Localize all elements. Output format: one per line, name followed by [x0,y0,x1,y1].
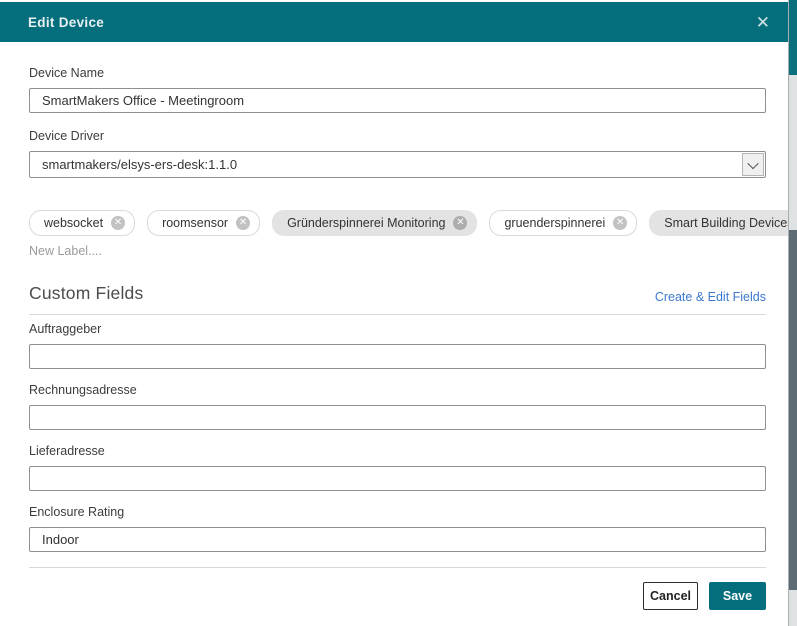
tag-label: Gründerspinnerei Monitoring [287,216,445,230]
auftraggeber-label: Auftraggeber [29,323,766,336]
lieferadresse-label: Lieferadresse [29,445,766,458]
section-divider [29,314,766,315]
tag-smart-building-devices[interactable]: Smart Building Devices ✕ [649,210,797,236]
modal-header: Edit Device ✕ [0,2,788,42]
save-button[interactable]: Save [709,582,766,610]
remove-tag-icon[interactable]: ✕ [453,216,467,230]
custom-fields-heading: Custom Fields [29,283,143,304]
create-edit-fields-link[interactable]: Create & Edit Fields [655,290,766,304]
tag-label: websocket [44,216,103,230]
remove-tag-icon[interactable]: ✕ [613,216,627,230]
device-driver-select[interactable]: smartmakers/elsys-ers-desk:1.1.0 [29,151,766,178]
close-icon[interactable]: ✕ [752,12,774,33]
tag-websocket[interactable]: websocket ✕ [29,210,135,236]
rechnungsadresse-label: Rechnungsadresse [29,384,766,397]
device-driver-selected-value: smartmakers/elsys-ers-desk:1.1.0 [30,157,742,172]
lieferadresse-input[interactable] [29,466,766,491]
edit-device-modal: Edit Device ✕ Device Name Device Driver … [0,0,788,626]
cancel-button[interactable]: Cancel [643,582,698,610]
modal-title: Edit Device [28,15,104,30]
device-name-label: Device Name [29,67,766,80]
footer-divider [29,567,766,568]
remove-tag-icon[interactable]: ✕ [111,216,125,230]
new-label-input[interactable] [29,243,329,259]
device-labels-list: websocket ✕ roomsensor ✕ Gründerspinnere… [29,210,766,236]
tag-gruenderspinnerei[interactable]: gruenderspinnerei ✕ [489,210,637,236]
background-header-strip [789,0,797,75]
enclosure-rating-input[interactable] [29,527,766,552]
scrollbar-thumb[interactable] [789,230,797,590]
tag-label: gruenderspinnerei [504,216,605,230]
tag-gruenderspinnerei-monitoring[interactable]: Gründerspinnerei Monitoring ✕ [272,210,477,236]
custom-fields-header: Custom Fields Create & Edit Fields [29,283,766,304]
remove-tag-icon[interactable]: ✕ [236,216,250,230]
rechnungsadresse-input[interactable] [29,405,766,430]
chevron-down-icon[interactable] [742,153,764,176]
modal-footer: Cancel Save [29,582,766,610]
device-name-input[interactable] [29,88,766,113]
enclosure-rating-label: Enclosure Rating [29,506,766,519]
device-driver-label: Device Driver [29,130,766,143]
auftraggeber-input[interactable] [29,344,766,369]
page-scrollbar[interactable] [788,0,797,626]
tag-label: roomsensor [162,216,228,230]
tag-label: Smart Building Devices [664,216,793,230]
modal-content: Device Name Device Driver smartmakers/el… [0,67,788,610]
tag-roomsensor[interactable]: roomsensor ✕ [147,210,260,236]
